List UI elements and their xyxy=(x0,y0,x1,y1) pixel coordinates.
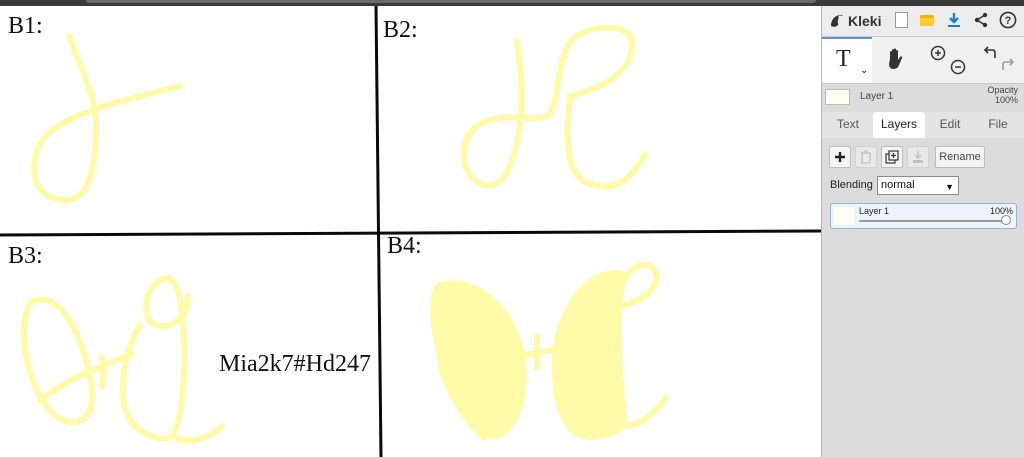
layer-thumbnail xyxy=(834,207,854,225)
merge-down-button[interactable] xyxy=(907,146,929,168)
zoom-out-icon xyxy=(950,59,966,75)
layer-list-item[interactable]: Layer 1 100% xyxy=(830,203,1017,229)
text-tool-button[interactable]: T ⌄ xyxy=(822,37,872,83)
delete-layer-button[interactable] xyxy=(855,146,877,168)
layer-opacity-slider-handle[interactable] xyxy=(1001,215,1011,225)
label-b1: B1: xyxy=(8,13,43,39)
b3-stroke-right xyxy=(119,274,225,444)
kleki-logo-icon xyxy=(831,14,843,27)
opacity-value: 100% xyxy=(994,95,1018,105)
new-image-button[interactable] xyxy=(892,11,910,29)
duplicate-layer-icon xyxy=(885,150,899,164)
tab-edit[interactable]: Edit xyxy=(928,112,972,138)
rename-button[interactable]: Rename xyxy=(935,146,985,168)
b1-stroke xyxy=(31,33,183,204)
label-b4: B4: xyxy=(387,233,422,259)
redo-icon xyxy=(1002,58,1015,70)
zoom-in-button[interactable] xyxy=(930,45,946,66)
b4-fill-right xyxy=(551,269,628,440)
label-b2: B2: xyxy=(383,17,418,43)
help-icon: ? xyxy=(999,11,1017,29)
layer-item-name: Layer 1 xyxy=(859,206,890,216)
drawing-canvas[interactable]: B1: B2: B3: B4: Mia2k7#Hd247 xyxy=(0,6,821,457)
current-layer-name: Layer 1 xyxy=(860,91,894,102)
grid-line-vertical xyxy=(374,6,383,457)
b2-stroke xyxy=(460,24,648,190)
text-tool-icon: T xyxy=(836,46,851,72)
new-image-icon xyxy=(894,12,908,28)
zoom-out-button[interactable] xyxy=(950,59,966,80)
merge-down-icon xyxy=(913,151,923,163)
share-button[interactable] xyxy=(972,11,990,29)
app-name: Kleki xyxy=(848,13,882,29)
canvas-drawing-layer xyxy=(0,6,821,457)
hand-tool-button[interactable] xyxy=(884,47,908,76)
overlay-text[interactable]: Mia2k7#Hd247 xyxy=(219,352,371,376)
panel-header: Kleki ? xyxy=(822,6,1024,37)
layer-opacity-slider-track[interactable] xyxy=(859,220,1006,222)
download-icon xyxy=(948,13,960,27)
hand-tool-icon xyxy=(889,48,903,69)
download-button[interactable] xyxy=(945,11,963,29)
undo-button[interactable] xyxy=(982,45,998,66)
zoom-in-icon xyxy=(930,45,946,61)
blending-select[interactable]: normal ▼ xyxy=(877,176,959,195)
help-glyph: ? xyxy=(1005,15,1012,27)
chevron-down-icon: ▼ xyxy=(945,182,954,192)
current-layer-info: Layer 1 Opacity 100% xyxy=(822,84,1024,112)
help-button[interactable]: ? xyxy=(999,11,1017,29)
add-layer-icon xyxy=(835,152,845,162)
layer-color-swatch[interactable] xyxy=(825,89,850,105)
delete-layer-icon xyxy=(861,150,871,164)
open-folder-icon xyxy=(920,15,934,26)
opacity-label: Opacity xyxy=(987,85,1018,95)
app-logo[interactable]: Kleki xyxy=(828,10,881,32)
share-icon xyxy=(974,12,988,28)
redo-button[interactable] xyxy=(1000,57,1016,78)
undo-icon xyxy=(983,46,996,58)
label-b3: B3: xyxy=(8,243,43,269)
top-scroll-indicator xyxy=(86,0,816,3)
tab-text[interactable]: Text xyxy=(826,112,870,138)
tab-layers[interactable]: Layers xyxy=(873,112,925,138)
chevron-down-icon[interactable]: ⌄ xyxy=(860,65,868,76)
duplicate-layer-button[interactable] xyxy=(881,146,903,168)
blending-value: normal xyxy=(881,179,915,191)
toolbar: T ⌄ xyxy=(822,37,1024,84)
open-file-button[interactable] xyxy=(918,11,936,29)
tab-file[interactable]: File xyxy=(976,112,1020,138)
b3-stroke-mid xyxy=(99,355,107,389)
b3-stroke-loop xyxy=(20,296,96,426)
side-panel: Kleki ? T ⌄ Layer 1 Opacity 100% Text La… xyxy=(821,6,1024,457)
opacity-readout: Opacity 100% xyxy=(987,85,1018,105)
add-layer-button[interactable] xyxy=(829,146,851,168)
layer-item-opacity: 100% xyxy=(989,206,1013,216)
blending-label: Blending xyxy=(830,179,873,191)
b4-fill-left xyxy=(430,280,528,440)
panel-tabs: Text Layers Edit File xyxy=(822,112,1024,138)
